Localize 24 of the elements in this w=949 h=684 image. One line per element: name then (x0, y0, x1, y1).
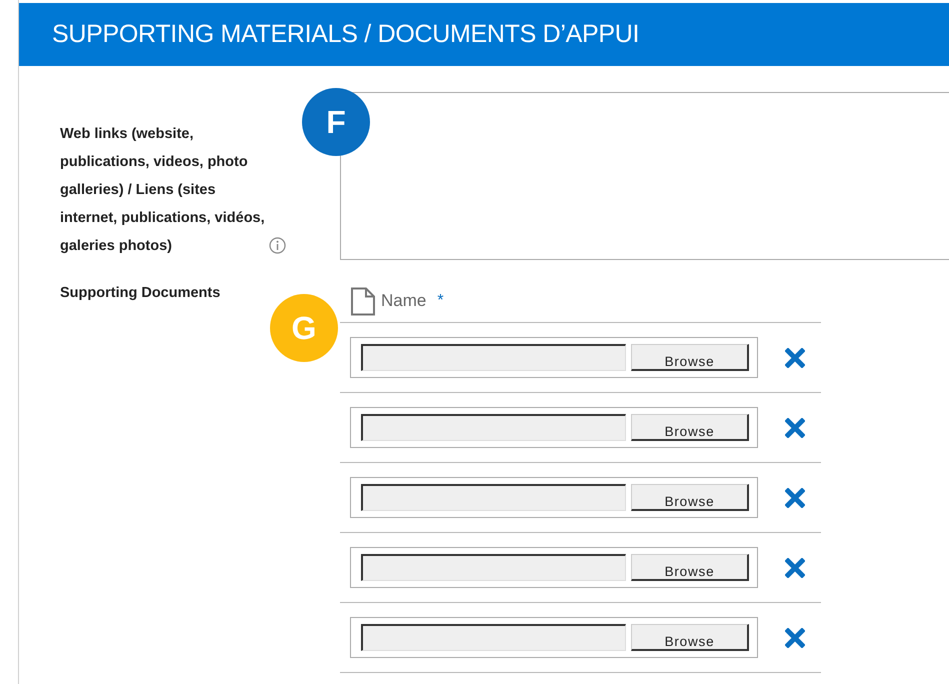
annotation-marker: F (302, 88, 370, 156)
remove-icon[interactable] (785, 418, 805, 438)
file-path-field[interactable] (361, 484, 626, 511)
browse-button[interactable]: Browse (631, 344, 749, 371)
file-path-field[interactable] (361, 554, 626, 581)
info-icon[interactable] (268, 237, 286, 254)
web-links-label: Web links (website, publications, videos, photo galleries) / Liens (sites internet, publications, vidéos, galeries photos) (60, 125, 265, 256)
browse-button[interactable]: Browse (631, 624, 749, 651)
remove-icon[interactable] (785, 488, 805, 508)
browse-button[interactable]: Browse (631, 414, 749, 441)
remove-icon[interactable] (785, 348, 805, 368)
file-path-field[interactable] (361, 414, 626, 441)
browse-button[interactable]: Browse (631, 554, 749, 581)
name-column-header: Name (381, 291, 426, 311)
supporting-documents-label: Supporting Documents (60, 284, 220, 301)
required-mark: * (437, 292, 444, 310)
remove-icon[interactable] (785, 628, 805, 648)
remove-icon[interactable] (785, 558, 805, 578)
file-path-field[interactable] (361, 344, 626, 371)
file-path-field[interactable] (361, 624, 626, 651)
document-icon (350, 286, 376, 316)
section-title: SUPPORTING MATERIALS / DOCUMENTS D’APPUI (52, 20, 640, 49)
annotation-marker: G (270, 294, 338, 362)
browse-button[interactable]: Browse (631, 484, 749, 511)
